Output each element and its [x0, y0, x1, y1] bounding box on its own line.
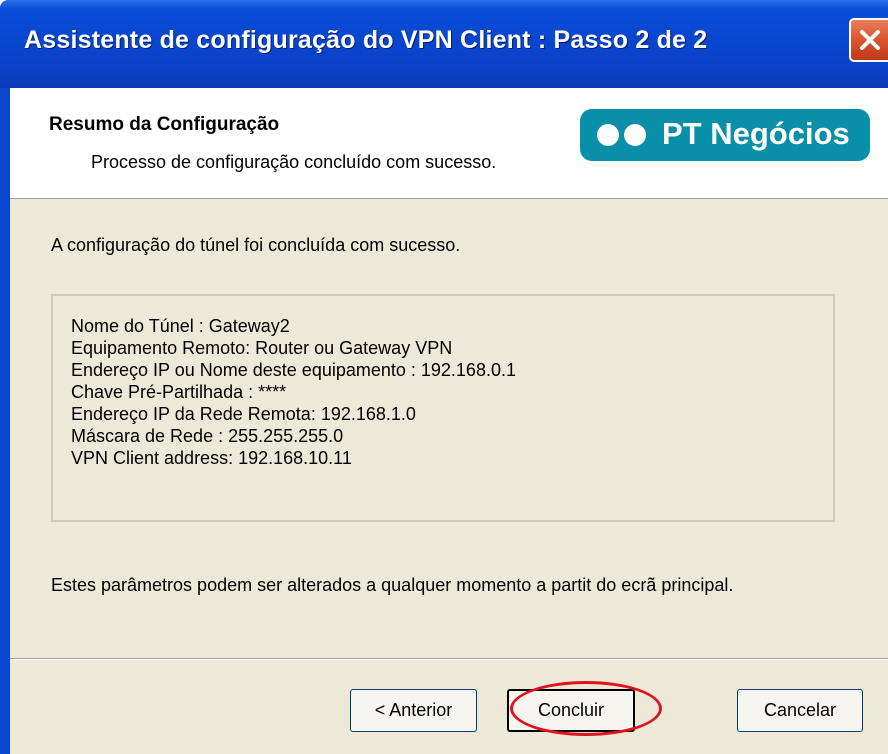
cancel-button[interactable]: Cancelar: [737, 689, 863, 732]
pt-negocios-logo: PT Negócios: [580, 109, 870, 161]
summary-line-netmask: Máscara de Rede : 255.255.255.0: [71, 426, 344, 446]
summary-line-remote-equipment: Equipamento Remoto: Router ou Gateway VP…: [71, 338, 453, 358]
summary-line-client-address: VPN Client address: 192.168.10.11: [71, 448, 352, 468]
summary-line-local-ip: Endereço IP ou Nome deste equipamento : …: [71, 360, 516, 380]
logo-dot-icon: [624, 124, 646, 146]
finish-highlight-circle: [510, 681, 662, 736]
vpn-wizard-window: Assistente de configuração do VPN Client…: [0, 0, 888, 754]
logo-dot-icon: [597, 124, 619, 146]
summary-line-tunnel-name: Nome do Túnel : Gateway2: [71, 316, 290, 336]
back-button[interactable]: < Anterior: [350, 689, 477, 732]
note-text: Estes parâmetros podem ser alterados a q…: [51, 575, 734, 595]
button-separator: [10, 658, 888, 660]
window-frame-left: [0, 88, 10, 754]
close-icon: [860, 30, 880, 50]
window-title: Assistente de configuração do VPN Client…: [24, 26, 708, 54]
summary-line-remote-network: Endereço IP da Rede Remota: 192.168.1.0: [71, 404, 416, 424]
title-bar[interactable]: Assistente de configuração do VPN Client…: [0, 0, 888, 88]
summary-line-preshared-key: Chave Pré-Partilhada : ****: [71, 382, 287, 402]
summary-box: Nome do Túnel : Gateway2 Equipamento Rem…: [51, 294, 835, 522]
close-button[interactable]: [849, 18, 888, 62]
intro-text: A configuração do túnel foi concluída co…: [51, 235, 461, 255]
logo-text: PT Negócios: [662, 116, 850, 151]
wizard-content: A configuração do túnel foi concluída co…: [10, 199, 888, 754]
page-subtitle: Processo de configuração concluído com s…: [91, 152, 497, 172]
page-title: Resumo da Configuração: [49, 114, 280, 135]
wizard-header: Resumo da Configuração Processo de confi…: [10, 88, 888, 199]
